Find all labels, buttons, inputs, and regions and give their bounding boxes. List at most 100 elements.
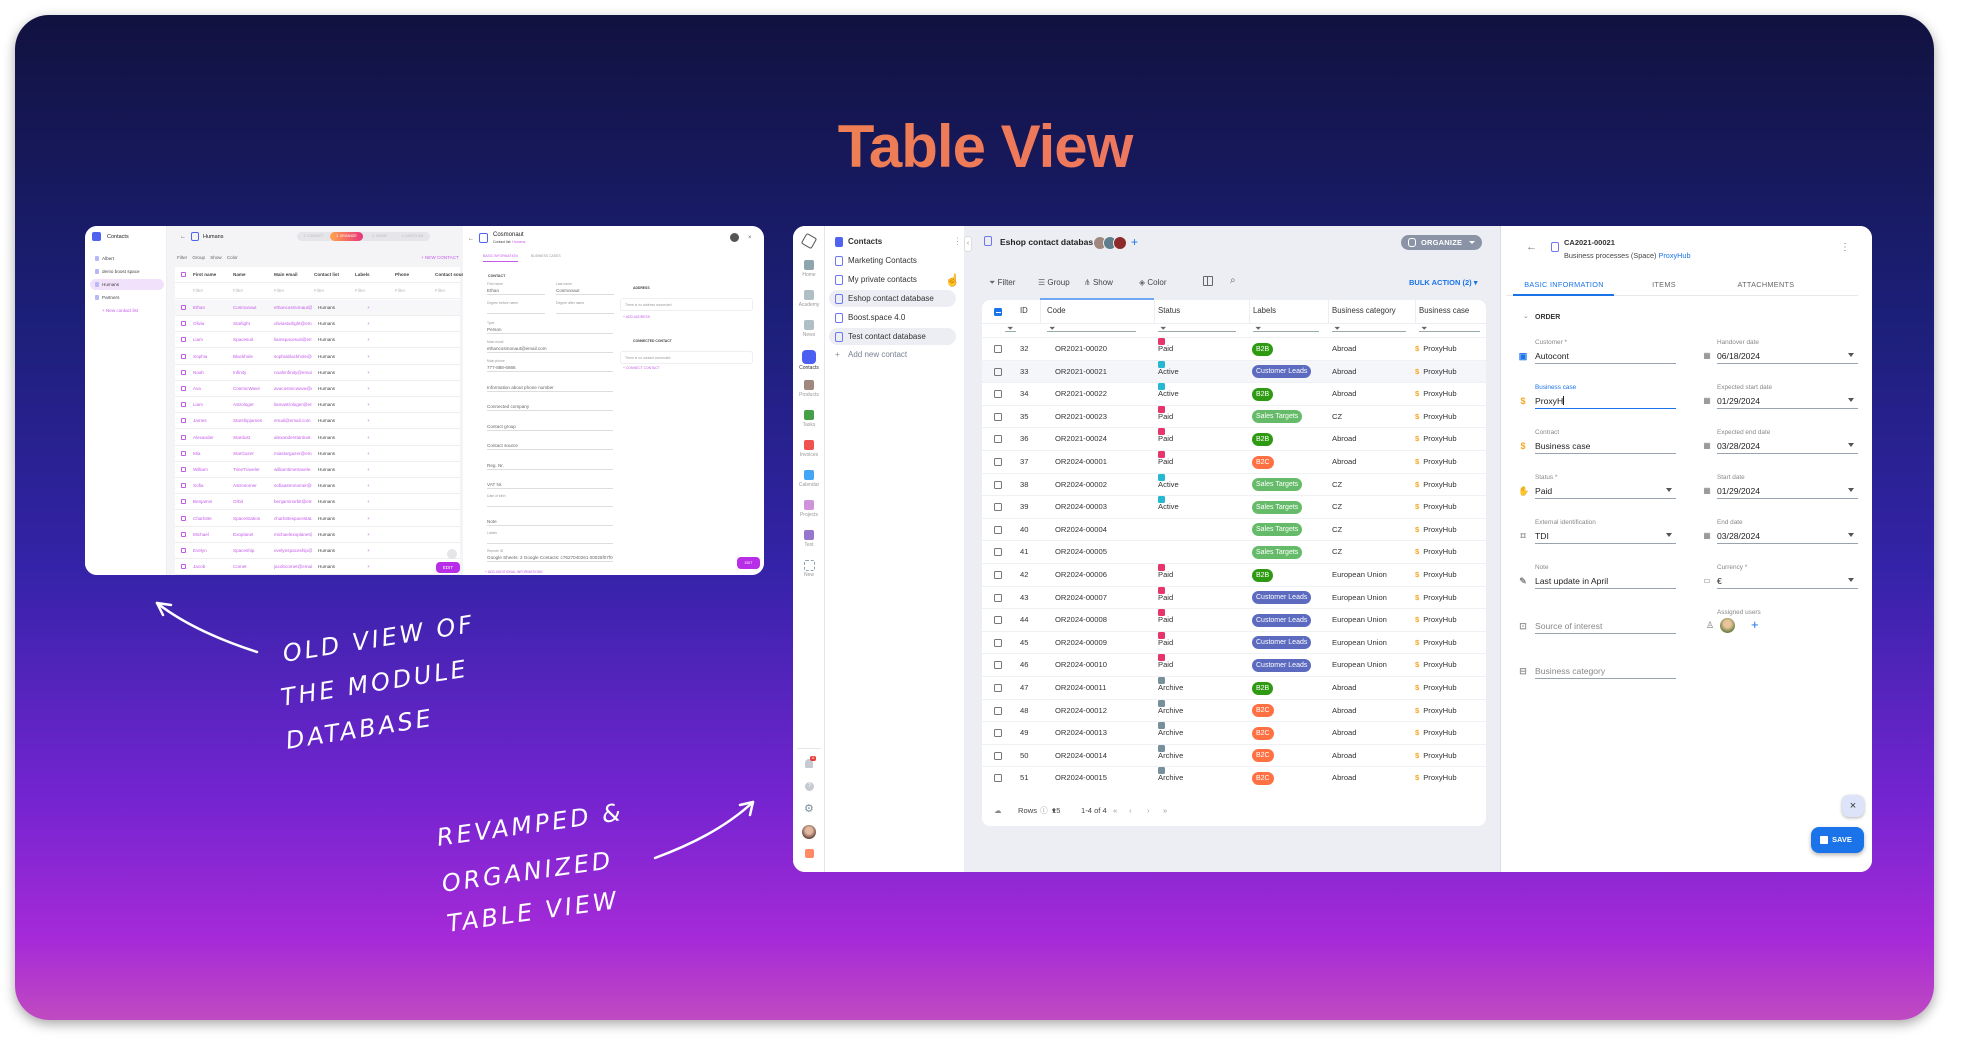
column-filter-input[interactable]: [1419, 331, 1480, 332]
column-filter-input[interactable]: [1005, 331, 1016, 332]
column-filter-icon[interactable]: ⏷: [1255, 324, 1261, 334]
calendar-app-icon[interactable]: [805, 849, 814, 858]
label-badge[interactable]: Sales Targets: [1252, 478, 1303, 492]
dropdown-arrow-icon[interactable]: [1666, 488, 1672, 492]
business-case-cell[interactable]: $ ProxyHub: [1415, 519, 1457, 541]
row-checkbox[interactable]: [994, 367, 1002, 376]
field-contract[interactable]: Business case: [1535, 440, 1676, 454]
business-case-cell[interactable]: $ ProxyHub: [1415, 474, 1457, 496]
label-badge[interactable]: B2C: [1252, 704, 1274, 718]
rail-item-academy[interactable]: Academy: [793, 290, 825, 308]
dropdown-arrow-icon[interactable]: [1848, 443, 1854, 447]
rail-item-new[interactable]: New: [793, 560, 825, 578]
sidebar-item-test-contact-database[interactable]: Test contact database: [829, 327, 956, 345]
label-badge[interactable]: B2B: [1252, 681, 1274, 695]
column-header-id[interactable]: ID: [1020, 304, 1028, 318]
business-case-cell[interactable]: $ ProxyHub: [1415, 428, 1457, 450]
label-badge[interactable]: B2B: [1252, 387, 1274, 401]
rail-item-projects[interactable]: Projects: [793, 500, 825, 518]
column-filter-icon[interactable]: ⏷: [1049, 324, 1055, 334]
business-case-cell[interactable]: $ ProxyHub: [1415, 564, 1457, 586]
row-checkbox[interactable]: [994, 661, 1002, 670]
label-badge[interactable]: B2B: [1252, 342, 1274, 356]
proxyhub-link[interactable]: ProxyHub: [1659, 251, 1691, 260]
table-row[interactable]: 50 OR2024-00014 Archive B2C Abroad $ ProxyHub: [982, 743, 1486, 767]
tab-items[interactable]: ITEMS: [1652, 280, 1676, 289]
business-case-cell[interactable]: $ ProxyHub: [1415, 745, 1457, 767]
label-badge[interactable]: B2C: [1252, 771, 1274, 785]
field-status[interactable]: Paid: [1535, 485, 1676, 499]
sidebar-item-my-private-contacts[interactable]: My private contacts: [829, 271, 956, 288]
label-badge[interactable]: B2C: [1252, 455, 1274, 469]
gear-icon[interactable]: ⚙: [804, 802, 814, 815]
business-case-cell[interactable]: $ ProxyHub: [1415, 383, 1457, 405]
table-row[interactable]: 48 OR2024-00012 Archive B2C Abroad $ ProxyHub: [982, 698, 1486, 722]
row-checkbox[interactable]: [994, 684, 1002, 692]
business-case-cell[interactable]: $ ProxyHub: [1415, 700, 1457, 722]
column-header-business-category[interactable]: Business category: [1332, 304, 1396, 318]
bulk-action-button[interactable]: BULK ACTION (2) ▾: [1409, 277, 1478, 289]
help-icon[interactable]: ?: [805, 782, 814, 791]
table-row[interactable]: 33 OR2021-00021 Active Customer Leads Abroad…: [982, 359, 1486, 382]
field-customer[interactable]: Autocont: [1535, 350, 1676, 364]
rail-item-products[interactable]: Products: [793, 380, 825, 398]
row-checkbox[interactable]: [994, 751, 1002, 760]
column-filter-input[interactable]: [1253, 331, 1319, 332]
field-expected-end-date[interactable]: 03/28/2024: [1717, 440, 1858, 454]
table-row[interactable]: 46 OR2024-00010 Paid Customer Leads European…: [982, 653, 1486, 675]
table-row[interactable]: 51 OR2024-00015 Archive B2C Abroad $ ProxyHub: [982, 766, 1486, 788]
select-all-checkbox[interactable]: [994, 308, 1002, 316]
row-checkbox[interactable]: [994, 774, 1002, 783]
row-checkbox[interactable]: [994, 480, 1002, 489]
table-row[interactable]: 38 OR2024-00002 Active Sales Targets CZ $ Prox…: [982, 472, 1486, 496]
label-badge[interactable]: Customer Leads: [1252, 591, 1312, 605]
column-filter-icon[interactable]: ⏷: [1007, 324, 1013, 334]
field-expected-start-date[interactable]: 01/29/2024: [1717, 395, 1858, 409]
show-button[interactable]: ⋔ Show: [1084, 277, 1113, 289]
add-member-button[interactable]: +: [1131, 235, 1138, 249]
row-checkbox[interactable]: [994, 729, 1002, 738]
rail-item-contacts[interactable]: Contacts: [793, 350, 825, 371]
label-badge[interactable]: Customer Leads: [1252, 636, 1312, 650]
table-row[interactable]: 37 OR2024-00001 Paid B2C Abroad $ ProxyHub: [982, 450, 1486, 472]
column-filter-icon[interactable]: ⏷: [1421, 324, 1427, 334]
table-row[interactable]: 44 OR2024-00008 Paid Customer Leads European…: [982, 608, 1486, 630]
prev-page-button[interactable]: ‹: [1129, 800, 1132, 822]
table-row[interactable]: 47 OR2024-00011 Archive B2B Abroad $ ProxyHub: [982, 676, 1486, 698]
row-checkbox[interactable]: [994, 571, 1002, 579]
column-header-business-case[interactable]: Business case: [1419, 304, 1469, 318]
field-start-date[interactable]: 01/29/2024: [1717, 485, 1858, 499]
table-row[interactable]: 41 OR2024-00005 Sales Targets CZ $ ProxyHub: [982, 540, 1486, 562]
business-case-cell[interactable]: $ ProxyHub: [1415, 722, 1457, 744]
first-page-button[interactable]: «: [1113, 800, 1117, 822]
sidebar-item-eshop-contact-database[interactable]: Eshop contact database: [829, 289, 956, 307]
column-header-labels[interactable]: Labels: [1253, 304, 1276, 318]
row-checkbox[interactable]: [994, 593, 1002, 602]
dropdown-arrow-icon[interactable]: [1848, 398, 1854, 402]
label-badge[interactable]: Sales Targets: [1252, 545, 1303, 559]
filter-button[interactable]: ⏷ Filter: [989, 277, 1015, 289]
business-case-cell[interactable]: $ ProxyHub: [1415, 541, 1457, 563]
search-icon[interactable]: ⌕: [1230, 275, 1236, 287]
label-badge[interactable]: Sales Targets: [1252, 523, 1303, 537]
table-row[interactable]: 45 OR2024-00009 Paid Customer Leads European…: [982, 630, 1486, 654]
row-checkbox[interactable]: [994, 525, 1002, 534]
dropdown-arrow-icon[interactable]: [1848, 578, 1854, 582]
label-badge[interactable]: B2B: [1252, 432, 1274, 446]
label-badge[interactable]: B2C: [1252, 726, 1274, 740]
sidebar-item-marketing-contacts[interactable]: Marketing Contacts: [829, 252, 956, 269]
row-checkbox[interactable]: [994, 638, 1002, 647]
add-assigned-user-button[interactable]: +: [1751, 617, 1759, 632]
rows-per-page-select[interactable]: 15 ▾: [1052, 800, 1060, 822]
table-row[interactable]: 34 OR2021-00022 Active B2B Abroad $ ProxyHub: [982, 382, 1486, 404]
member-avatar[interactable]: [1113, 236, 1127, 250]
label-badge[interactable]: B2B: [1252, 568, 1274, 582]
row-checkbox[interactable]: [994, 548, 1002, 557]
row-checkbox[interactable]: [994, 458, 1002, 466]
column-filter-input[interactable]: [1047, 331, 1136, 332]
business-case-cell[interactable]: $ ProxyHub: [1415, 632, 1457, 654]
label-badge[interactable]: Sales Targets: [1252, 500, 1303, 514]
label-badge[interactable]: Customer Leads: [1252, 365, 1312, 379]
business-case-cell[interactable]: $ ProxyHub: [1415, 654, 1457, 676]
refresh-icon[interactable]: ☁: [994, 800, 1002, 822]
